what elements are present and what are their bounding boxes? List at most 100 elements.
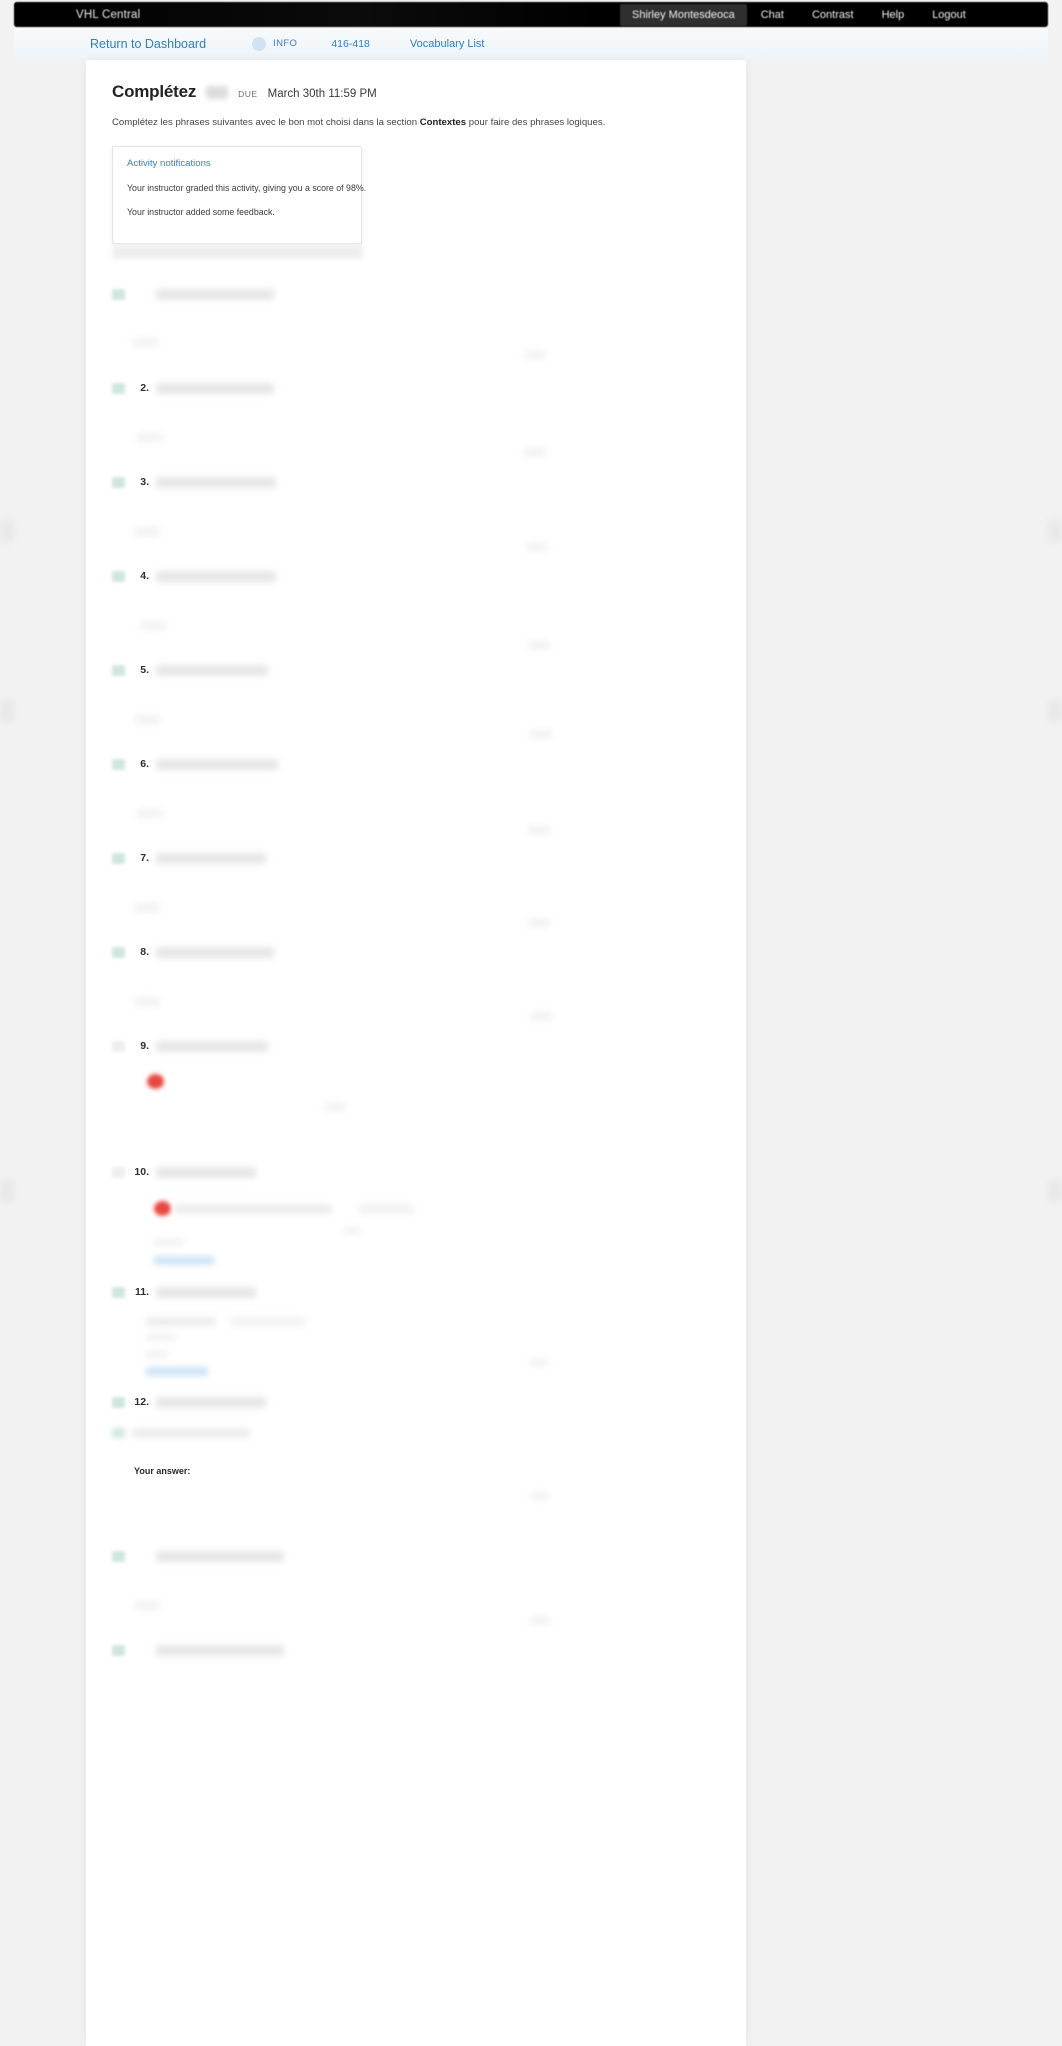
page-edge-artifact [0, 700, 14, 722]
question-header: 7. [112, 850, 720, 866]
question-number: 4. [140, 570, 149, 583]
question-row[interactable]: 5. [112, 662, 720, 740]
question-row[interactable]: 3. [112, 474, 720, 552]
due-label: DUE [238, 89, 258, 99]
question-number: 11. [134, 1286, 149, 1299]
activity-info-button[interactable]: INFO [252, 36, 331, 51]
feedback-marker-redacted [530, 730, 552, 740]
brand-logo-text[interactable]: VHL Central [76, 9, 140, 21]
activity-instructions: Complétez les phrases suivantes avec le … [112, 116, 720, 130]
question-row[interactable]: 9. [112, 1038, 720, 1112]
instructions-emphasis: Contextes [419, 117, 467, 128]
answer-field-redacted[interactable] [134, 1601, 160, 1611]
question-number: 8. [140, 946, 149, 959]
your-answer-label: Your answer: [134, 1466, 191, 1477]
answer-field-redacted[interactable] [134, 903, 160, 913]
correct-badge-icon [112, 288, 125, 300]
correct-badge-icon [112, 1428, 125, 1439]
score-badge [206, 85, 229, 99]
activity-notifications-title[interactable]: Activity notifications [127, 158, 347, 169]
hint-sublabel-redacted [146, 1350, 168, 1359]
activity-header-section: Complétez DUE March 30th 11:59 PM Complé… [86, 60, 746, 260]
activity-sheet: Complétez DUE March 30th 11:59 PM Complé… [86, 60, 746, 2046]
feedback-marker-redacted [524, 448, 546, 458]
question-header: 4. [112, 568, 720, 584]
question-row[interactable]: 2. [112, 380, 720, 458]
page-edge-artifact [0, 1180, 14, 1202]
answer-field-redacted[interactable] [140, 621, 166, 631]
info-label: INFO [273, 38, 298, 49]
feedback-marker-redacted [530, 1358, 548, 1367]
activity-notifications-panel: Activity notifications Your instructor g… [112, 146, 366, 260]
hint-link-redacted[interactable] [154, 1256, 214, 1266]
correct-badge-icon [112, 476, 125, 488]
instructions-part-1: Complétez les phrases suivantes avec le … [112, 117, 420, 128]
question-text-redacted [156, 1396, 266, 1408]
page-title: Complétez [112, 82, 197, 101]
hint-link-redacted[interactable] [146, 1367, 208, 1377]
answer-field-redacted[interactable] [137, 433, 163, 443]
question-row[interactable]: 8. [112, 944, 720, 1022]
answer-text-redacted [146, 1317, 216, 1327]
course-code-link[interactable]: 416-418 [331, 38, 410, 50]
question-row[interactable]: 10. [112, 1164, 720, 1266]
question-text-redacted [156, 1644, 284, 1656]
question-text-redacted [156, 1166, 256, 1178]
question-number: 2. [140, 382, 149, 395]
question-number: 3. [140, 476, 149, 489]
notification-feedback-message: Your instructor added some feedback. [127, 206, 275, 217]
correct-badge-icon [112, 946, 125, 958]
top-header-bar: VHL Central Shirley Montesdeoca Chat Con… [14, 2, 1048, 27]
question-text-redacted [156, 758, 278, 770]
feedback-marker-redacted [528, 918, 550, 928]
feedback-marker-redacted [530, 1616, 550, 1626]
question-row[interactable] [112, 1642, 720, 1658]
incorrect-badge-icon [112, 1040, 125, 1052]
answer-field-redacted[interactable] [132, 338, 158, 348]
correct-badge-icon [112, 1396, 125, 1408]
header-account-area: Shirley Montesdeoca Chat Contrast Help L… [604, 2, 1048, 27]
logout-link[interactable]: Logout [918, 4, 980, 26]
question-row[interactable]: 11. [112, 1284, 720, 1377]
correct-badge-icon [112, 382, 125, 394]
vocabulary-list-link[interactable]: Vocabulary List [410, 38, 485, 50]
answer-field-redacted[interactable] [134, 997, 160, 1007]
correct-badge-icon [112, 1286, 125, 1298]
question-row[interactable] [112, 1548, 720, 1626]
answer-field-redacted[interactable] [134, 715, 160, 725]
question-number: 7. [140, 852, 149, 865]
page-edge-artifact [1048, 1180, 1062, 1202]
question-number: 9. [140, 1040, 149, 1053]
question-row[interactable]: 6. [112, 756, 720, 836]
question-text-redacted [156, 852, 266, 864]
question-row[interactable]: 4. [112, 568, 720, 651]
chat-link[interactable]: Chat [747, 4, 798, 26]
feedback-marker-redacted [530, 1492, 548, 1501]
account-name-button[interactable]: Shirley Montesdeoca [620, 3, 747, 26]
question-header: 3. [112, 474, 720, 490]
question-header [112, 1548, 720, 1564]
question-number: 12. [134, 1396, 149, 1409]
answer-field-redacted[interactable] [134, 527, 160, 537]
question-row[interactable]: 7. [112, 850, 720, 928]
correct-badge-icon [112, 570, 125, 582]
contrast-link[interactable]: Contrast [798, 4, 868, 26]
correct-badge-icon [112, 664, 125, 676]
feedback-marker-redacted [344, 1227, 360, 1236]
help-link[interactable]: Help [868, 4, 919, 26]
correct-answer-redacted [358, 1204, 414, 1215]
secondary-nav-items: Return to Dashboard INFO 416-418 Vocabul… [90, 36, 485, 51]
due-date: March 30th 11:59 PM [267, 88, 377, 100]
question-row[interactable]: 12. Your answer: [112, 1394, 720, 1501]
return-to-dashboard-link[interactable]: Return to Dashboard [90, 37, 252, 51]
incorrect-answer-marker-icon [154, 1201, 171, 1217]
feedback-marker-redacted [526, 542, 548, 552]
question-number: 5. [140, 664, 149, 677]
answer-field-redacted[interactable] [137, 809, 163, 819]
answer-text-redacted [174, 1204, 332, 1215]
question-row[interactable] [112, 286, 720, 360]
feedback-marker-redacted [528, 826, 550, 836]
hint-label-redacted [146, 1333, 176, 1342]
correct-badge-icon [112, 1550, 125, 1562]
secondary-nav-bar: Return to Dashboard INFO 416-418 Vocabul… [14, 28, 1048, 59]
